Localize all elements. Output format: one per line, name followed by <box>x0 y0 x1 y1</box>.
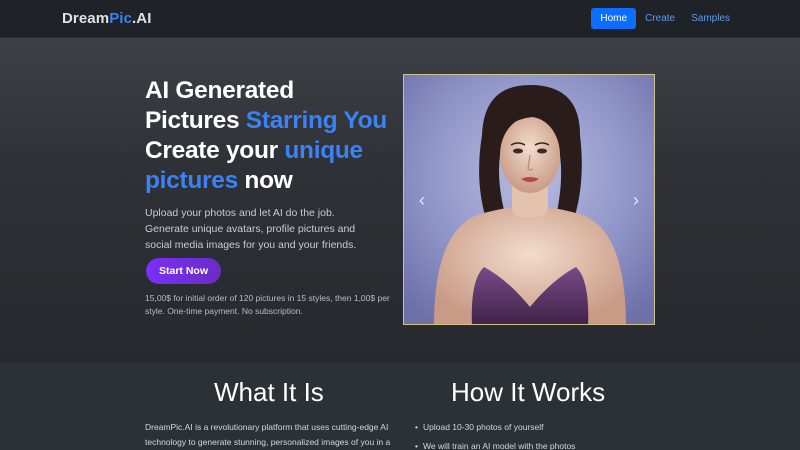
brand-part-accent: Pic <box>109 10 133 27</box>
headline-line-3-start: Create your <box>145 137 285 164</box>
hero-headline: AI Generated Pictures Starring You Creat… <box>145 76 395 196</box>
nav-links: Home Create Samples <box>591 8 738 29</box>
headline-line-4-end: now <box>237 167 293 194</box>
how-it-works-title: How It Works <box>451 377 606 407</box>
what-it-is-title: What It Is <box>214 377 324 407</box>
brand-logo[interactable]: DreamPic.AI <box>62 10 152 27</box>
hero-section <box>0 38 800 363</box>
step-item: We will train an AI model with the photo… <box>415 437 575 450</box>
carousel-next-icon[interactable]: › <box>626 185 646 215</box>
image-carousel: ‹ › <box>403 74 655 325</box>
portrait-painting-image <box>404 75 654 324</box>
headline-line-2-start: Pictures <box>145 107 246 134</box>
pricing-text: 15,00$ for initial order of 120 pictures… <box>145 293 390 316</box>
start-now-button[interactable]: Start Now <box>146 258 221 284</box>
carousel-prev-icon[interactable]: ‹ <box>412 185 432 215</box>
headline-line-4-highlight: pictures <box>145 167 238 194</box>
nav-create-link[interactable]: Create <box>637 8 683 29</box>
headline-line-3-highlight: unique <box>284 137 363 164</box>
info-section: What It Is How It Works DreamPic.AI is a… <box>0 363 800 450</box>
nav-home-link[interactable]: Home <box>591 8 637 29</box>
hero-lead-text: Upload your photos and let AI do the job… <box>145 207 357 251</box>
how-it-works-steps: Upload 10-30 photos of yourself We will … <box>415 418 575 450</box>
headline-line-2-highlight: Starring You <box>245 107 387 134</box>
navbar: DreamPic.AI Home Create Samples <box>0 0 800 38</box>
nav-samples-link[interactable]: Samples <box>683 8 738 29</box>
what-it-is-text: DreamPic.AI is a revolutionary platform … <box>145 422 391 447</box>
headline-line-1: AI Generated <box>145 77 294 104</box>
step-item: Upload 10-30 photos of yourself <box>415 418 575 437</box>
brand-part-1: Dream <box>62 10 110 27</box>
brand-part-end: .AI <box>132 10 152 27</box>
